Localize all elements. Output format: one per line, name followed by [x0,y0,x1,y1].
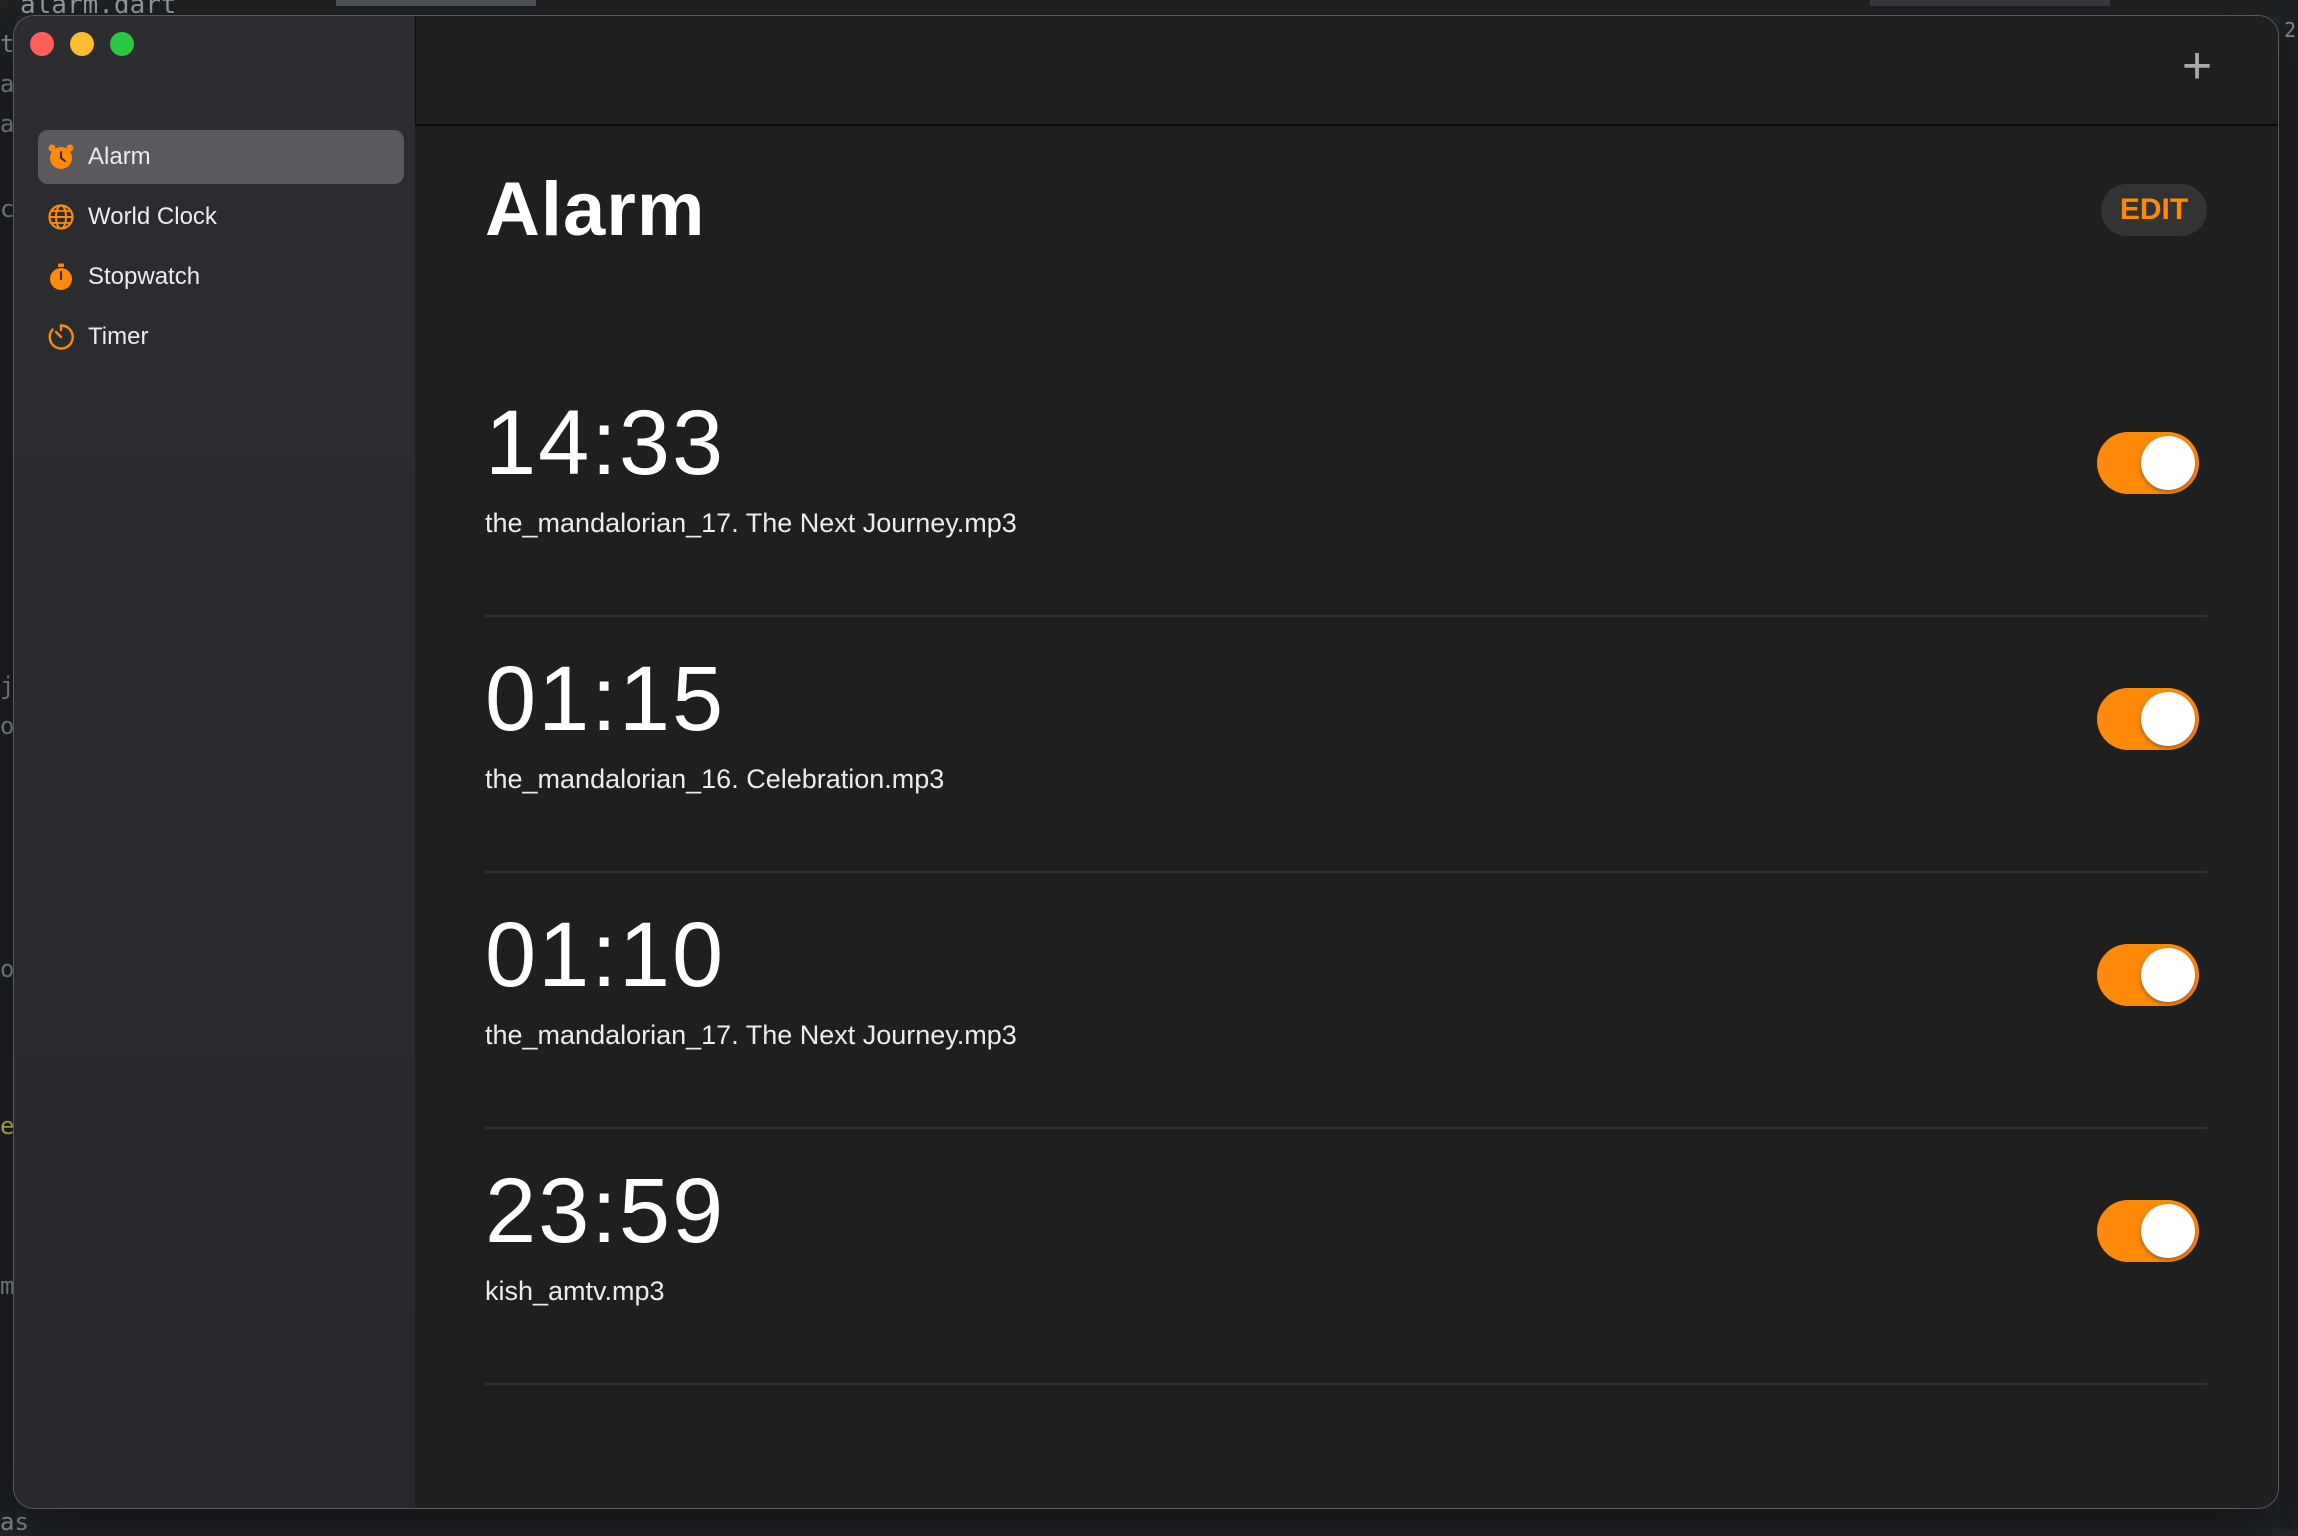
background-line-number: 2 [2284,18,2297,42]
sidebar-item-label: Timer [88,323,149,350]
toggle-knob [2141,948,2195,1002]
alarm-row[interactable]: 01:15 the_mandalorian_16. Celebration.mp… [485,617,2207,873]
toggle-knob [2141,1204,2195,1258]
alarm-row[interactable]: 01:10 the_mandalorian_17. The Next Journ… [485,873,2207,1129]
alarm-toggle[interactable] [2097,944,2199,1006]
toolbar: + [415,16,2278,126]
sidebar-item-alarm[interactable]: Alarm [38,130,404,184]
globe-icon [46,202,76,232]
background-code-fragment: c [0,195,15,223]
alarm-sound: the_mandalorian_17. The Next Journey.mp3 [485,1020,1017,1050]
toggle-knob [2141,436,2195,490]
alarm-time: 01:10 [485,904,726,1006]
alarm-sound: the_mandalorian_17. The Next Journey.mp3 [485,508,1017,538]
sidebar-item-timer[interactable]: Timer [38,310,404,364]
alarm-sound: the_mandalorian_16. Celebration.mp3 [485,764,945,794]
sidebar-item-label: Stopwatch [88,263,201,290]
alarm-list: 14:33 the_mandalorian_17. The Next Journ… [485,361,2207,1385]
background-code-fragment: e [0,1112,15,1140]
alarm-time: 23:59 [485,1160,726,1262]
sidebar-item-world-clock[interactable]: World Clock [38,190,404,244]
stopwatch-icon [46,262,76,292]
main-content: + Alarm EDIT 14:33 the_mandalorian_17. T… [415,16,2278,1508]
alarm-toggle[interactable] [2097,432,2199,494]
timer-icon [46,322,76,352]
alarm-toggle[interactable] [2097,688,2199,750]
close-window-button[interactable] [30,32,54,56]
alarm-sound: kish_amtv.mp3 [485,1276,665,1306]
sidebar: Alarm World Clock Stopwatch Timer [14,16,415,1508]
minimize-window-button[interactable] [70,32,94,56]
sidebar-nav: Alarm World Clock Stopwatch Timer [38,130,404,370]
app-window: Alarm World Clock Stopwatch Timer + Alar… [14,16,2278,1508]
alarm-time: 14:33 [485,392,726,494]
alarm-clock-icon [46,142,76,172]
background-code-fragment: j [0,672,15,700]
sidebar-item-label: Alarm [88,143,151,170]
alarm-row[interactable]: 23:59 kish_amtv.mp3 [485,1129,2207,1385]
edit-button[interactable]: EDIT [2101,184,2207,236]
alarm-toggle[interactable] [2097,1200,2199,1262]
alarm-row[interactable]: 14:33 the_mandalorian_17. The Next Journ… [485,361,2207,617]
alarm-time: 01:15 [485,648,726,750]
zoom-window-button[interactable] [110,32,134,56]
background-code-fragment: as [0,1508,29,1536]
toggle-knob [2141,692,2195,746]
background-tab [1870,0,2110,6]
page-title: Alarm [485,167,706,252]
add-alarm-button[interactable]: + [2175,40,2219,92]
sidebar-item-label: World Clock [88,203,217,230]
background-code-fragment: m [0,1272,15,1300]
sidebar-item-stopwatch[interactable]: Stopwatch [38,250,404,304]
background-editor-right-edge [2280,0,2298,1530]
background-active-tab [336,0,536,6]
